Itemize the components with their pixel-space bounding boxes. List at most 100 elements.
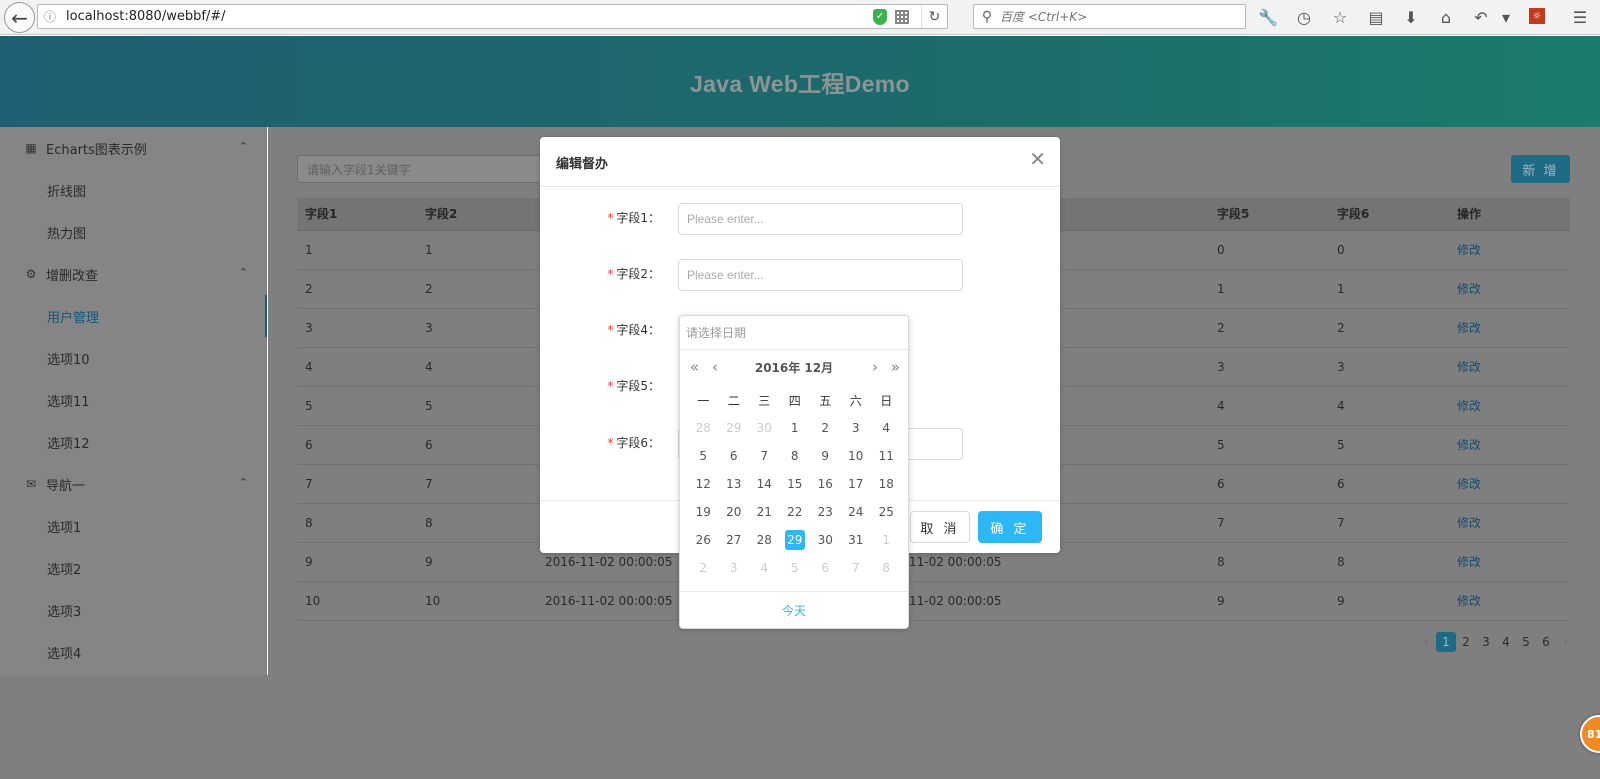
sidebar-item-option10[interactable]: 选项10 [0, 337, 266, 379]
bookmark-star-icon[interactable]: ☆ [1328, 5, 1352, 29]
today-button[interactable]: 今天 [680, 591, 908, 629]
table-header-cell[interactable]: 字段2 [417, 198, 537, 231]
dropdown-arrow-icon[interactable]: ▾ [1494, 5, 1518, 29]
calendar-day[interactable]: 6 [719, 442, 750, 470]
edit-link[interactable]: 修改 [1449, 464, 1570, 504]
page-button[interactable]: 1 [1436, 632, 1456, 652]
page-button[interactable]: 4 [1496, 632, 1516, 652]
calendar-day[interactable]: 2 [688, 554, 719, 582]
sidebar-item-heatmap[interactable]: 热力图 [0, 211, 266, 253]
calendar-day[interactable]: 21 [749, 498, 780, 526]
page-button[interactable]: 6 [1536, 632, 1556, 652]
calendar-day[interactable]: 10 [841, 442, 872, 470]
shield-icon[interactable]: ✓ [873, 8, 887, 25]
edit-link[interactable]: 修改 [1449, 542, 1570, 582]
table-header-cell[interactable]: 字段1 [297, 198, 417, 231]
calendar-day[interactable]: 27 [719, 526, 750, 554]
calendar-day[interactable]: 1 [780, 414, 811, 442]
page-button[interactable]: 3 [1476, 632, 1496, 652]
calendar-day[interactable]: 24 [841, 498, 872, 526]
back-arrow-icon[interactable]: ← [4, 2, 35, 33]
sidebar-item-option3[interactable]: 选项3 [0, 589, 266, 631]
info-icon[interactable]: ⓘ [38, 8, 62, 25]
nav-group-crud[interactable]: ⚙ 增删改查 ⌃ [0, 253, 266, 295]
calendar-day[interactable]: 11 [871, 442, 902, 470]
close-icon[interactable]: ✕ [1029, 147, 1046, 171]
edit-link[interactable]: 修改 [1449, 347, 1570, 387]
next-month-icon[interactable]: › [872, 358, 878, 376]
calendar-day[interactable]: 4 [871, 414, 902, 442]
calendar-day[interactable]: 28 [749, 526, 780, 554]
calendar-day[interactable]: 23 [810, 498, 841, 526]
calendar-day[interactable]: 3 [719, 554, 750, 582]
calendar-day[interactable]: 9 [810, 442, 841, 470]
prev-year-icon[interactable]: « [690, 358, 699, 376]
page-button[interactable]: 2 [1456, 632, 1476, 652]
edit-link[interactable]: 修改 [1449, 503, 1570, 543]
calendar-day[interactable]: 5 [688, 442, 719, 470]
calendar-day[interactable]: 8 [780, 442, 811, 470]
nav-group-echarts[interactable]: ▦ Echarts图表示例 ⌃ [0, 127, 266, 169]
add-button[interactable]: 新 增 [1511, 155, 1570, 183]
calendar-day[interactable]: 26 [688, 526, 719, 554]
wrench-icon[interactable]: 🔧 [1256, 5, 1280, 29]
calendar-day[interactable]: 7 [749, 442, 780, 470]
sidebar-item-user-management[interactable]: 用户管理 [0, 295, 267, 337]
sidebar-item-option2[interactable]: 选项2 [0, 547, 266, 589]
calendar-day[interactable]: 5 [780, 554, 811, 582]
reading-list-icon[interactable]: ▤ [1364, 5, 1388, 29]
qr-code-icon[interactable] [895, 9, 909, 24]
selected-day[interactable]: 29 [780, 526, 811, 554]
extension-icon[interactable]: ☼ [1529, 8, 1545, 24]
date-input[interactable]: 请选择日期 [680, 316, 908, 350]
calendar-day[interactable]: 2 [810, 414, 841, 442]
calendar-day[interactable]: 8 [871, 554, 902, 582]
edit-link[interactable]: 修改 [1449, 308, 1570, 348]
calendar-day[interactable]: 17 [841, 470, 872, 498]
url-bar[interactable]: ⓘ localhost:8080/webbf/#/ ✓ ↻ [37, 4, 948, 29]
calendar-day[interactable]: 15 [780, 470, 811, 498]
undo-icon[interactable]: ↶ [1469, 5, 1493, 29]
history-icon[interactable]: ◷ [1292, 5, 1316, 29]
sidebar-item-option11[interactable]: 选项11 [0, 379, 266, 421]
sidebar-item-option1[interactable]: 选项1 [0, 505, 266, 547]
prev-page-button[interactable]: ‹ [1416, 632, 1436, 652]
table-header-cell[interactable]: 字段6 [1329, 198, 1449, 231]
edit-link[interactable]: 修改 [1449, 425, 1570, 465]
edit-link[interactable]: 修改 [1449, 230, 1570, 270]
table-header-cell[interactable]: 操作 [1449, 198, 1570, 231]
reload-icon[interactable]: ↻ [921, 5, 947, 28]
calendar-day[interactable]: 19 [688, 498, 719, 526]
sidebar-item-option12[interactable]: 选项12 [0, 421, 266, 463]
calendar-day[interactable]: 14 [749, 470, 780, 498]
calendar-day[interactable]: 20 [719, 498, 750, 526]
calendar-month-label[interactable]: 2016年 12月 [755, 359, 833, 376]
menu-icon[interactable]: ☰ [1568, 5, 1592, 29]
next-year-icon[interactable]: » [891, 358, 900, 376]
calendar-day[interactable]: 7 [841, 554, 872, 582]
browser-search-input[interactable] [1000, 9, 1230, 24]
edit-link[interactable]: 修改 [1449, 269, 1570, 309]
prev-month-icon[interactable]: ‹ [712, 358, 718, 376]
sidebar-item-line-chart[interactable]: 折线图 [0, 169, 266, 211]
calendar-day[interactable]: 29 [719, 414, 750, 442]
browser-search-box[interactable]: ⚲ [973, 4, 1246, 29]
edit-link[interactable]: 修改 [1449, 386, 1570, 426]
page-button[interactable]: 5 [1516, 632, 1536, 652]
calendar-day[interactable]: 28 [688, 414, 719, 442]
calendar-day[interactable]: 12 [688, 470, 719, 498]
calendar-day[interactable]: 30 [749, 414, 780, 442]
cancel-button[interactable]: 取 消 [910, 511, 970, 543]
calendar-day[interactable]: 13 [719, 470, 750, 498]
confirm-button[interactable]: 确 定 [978, 511, 1042, 543]
calendar-day[interactable]: 30 [810, 526, 841, 554]
calendar-day[interactable]: 1 [871, 526, 902, 554]
url-text[interactable]: localhost:8080/webbf/#/ [62, 9, 873, 24]
next-page-button[interactable]: › [1556, 632, 1576, 652]
calendar-day[interactable]: 18 [871, 470, 902, 498]
edit-link[interactable]: 修改 [1449, 581, 1570, 621]
field2-input[interactable]: Please enter... [678, 259, 963, 291]
calendar-day[interactable]: 25 [871, 498, 902, 526]
calendar-day[interactable]: 3 [841, 414, 872, 442]
calendar-day[interactable]: 6 [810, 554, 841, 582]
